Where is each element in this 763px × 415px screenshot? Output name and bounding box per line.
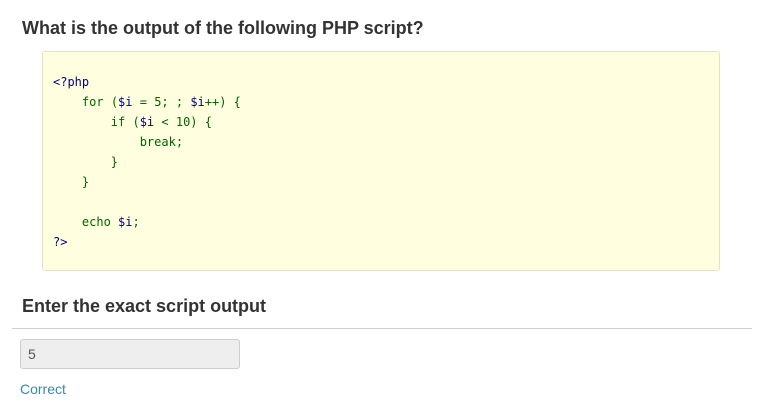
code-token: 10 [175,115,191,129]
code-token: $i [139,115,155,129]
code-token: <?php [53,75,90,89]
code-token: < [154,115,176,129]
code-token: $i [118,95,133,109]
code-token: = [132,95,155,109]
code-token: } [81,175,90,189]
code-line: if ($i < 10) { [53,112,241,132]
code-token: ) { [190,115,212,129]
code-line: } [53,152,241,172]
code-token: echo [81,215,111,229]
code-token: ( [103,95,119,109]
code-token: $i [118,215,133,229]
code-block: <?php for ($i = 5; ; $i++) { if ($i < 10… [42,51,720,271]
code-line: } [53,172,241,192]
code-token: for [81,95,104,109]
question-title: What is the output of the following PHP … [22,18,424,38]
code-token: break [139,135,176,149]
code-token: ; [132,215,140,229]
code-token: ?> [53,235,68,249]
code-token: } [110,155,119,169]
answer-input[interactable] [20,339,240,369]
section-divider [12,328,752,329]
result-status: Correct [20,381,66,397]
code-token: ++) { [204,95,241,109]
code-line: <?php [53,72,241,92]
code-token: if [110,115,126,129]
code-line: for ($i = 5; ; $i++) { [53,92,241,112]
code-line: break; [53,132,241,152]
code-token: $i [190,95,205,109]
code-listing: <?php for ($i = 5; ; $i++) { if ($i < 10… [53,72,241,252]
code-line: ?> [53,232,241,252]
code-token: ; ; [161,95,191,109]
quiz-page: What is the output of the following PHP … [0,0,763,415]
code-token: ( [125,115,140,129]
code-line: echo $i; [53,212,241,232]
answer-section-title: Enter the exact script output [22,296,267,316]
code-token: ; [175,135,184,149]
